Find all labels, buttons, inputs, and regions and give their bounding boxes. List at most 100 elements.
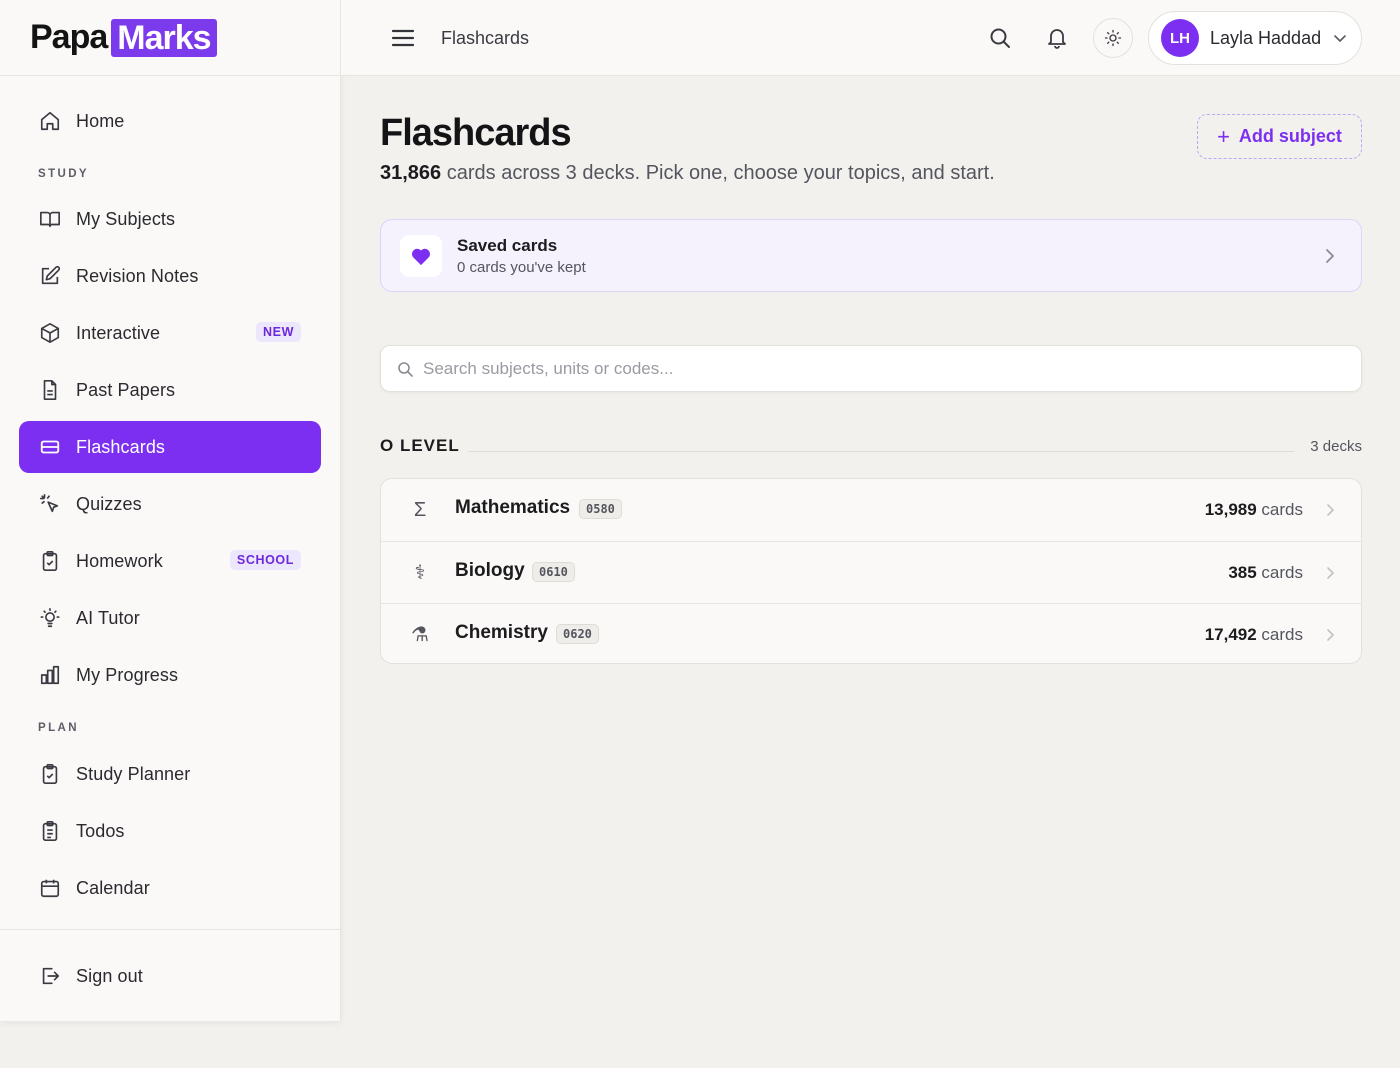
sidebar-item-label: Home	[76, 110, 125, 131]
sidebar-item-label: Study Planner	[76, 763, 191, 784]
search-icon	[398, 362, 413, 377]
sidebar-item-interactive[interactable]: Interactive NEW	[19, 307, 321, 359]
clipboard-list-icon	[42, 821, 58, 841]
sign-out-label: Sign out	[76, 965, 143, 986]
deck-card-number: 385	[1228, 563, 1257, 582]
dna-icon: ⚕	[414, 562, 426, 584]
deck-card-number: 13,989	[1204, 500, 1257, 519]
sidebar-item-label: Todos	[76, 820, 125, 841]
plus-icon: +	[1217, 123, 1230, 149]
sidebar-item-label: My Progress	[76, 664, 179, 685]
clipboard-check-icon	[42, 764, 58, 784]
document-icon	[43, 380, 57, 400]
deck-name: Biology	[455, 560, 525, 581]
brand-logo[interactable]: Papa Marks	[30, 18, 217, 57]
sun-icon	[1104, 29, 1122, 47]
theme-toggle-button[interactable]	[1093, 18, 1133, 58]
brand-logo-part1: Papa	[30, 18, 108, 56]
deck-row-mathematics[interactable]: Σ Mathematics 0580 13,989 cards	[381, 479, 1361, 541]
sidebar-item-homework[interactable]: Homework SCHOOL	[19, 535, 321, 587]
deck-card-unit: cards	[1256, 563, 1303, 582]
sidebar-item-flashcards[interactable]: Flashcards	[19, 421, 321, 473]
deck-card-unit: cards	[1256, 500, 1303, 519]
heart-icon	[411, 248, 431, 266]
sidebar-item-todos[interactable]: Todos	[19, 805, 321, 857]
sidebar: Papa Marks Home STUDY My Subjects Revisi…	[0, 0, 341, 1021]
sidebar-item-ai-tutor[interactable]: AI Tutor	[19, 592, 321, 644]
sidebar-item-home[interactable]: Home	[19, 95, 321, 147]
book-open-icon	[40, 211, 60, 228]
deck-card-count: 17,492 cards	[1205, 625, 1303, 645]
page-subtitle: 31,866 cards across 3 decks. Pick one, c…	[380, 162, 995, 185]
deck-name: Chemistry	[455, 622, 548, 643]
deck-row-chemistry[interactable]: ⚗ Chemistry 0620 17,492 cards	[381, 603, 1361, 663]
deck-list: Σ Mathematics 0580 13,989 cards ⚕ Biolog…	[380, 478, 1362, 664]
search-box	[380, 345, 1362, 392]
deck-code: 0580	[579, 499, 622, 519]
search-icon[interactable]	[988, 26, 1012, 50]
flask-icon: ⚗	[411, 624, 429, 646]
sidebar-item-label: Quizzes	[76, 493, 142, 514]
sidebar-item-label: Past Papers	[76, 379, 176, 400]
sidebar-item-label: My Subjects	[76, 208, 176, 229]
chevron-right-icon	[1327, 567, 1334, 579]
edit-icon	[41, 265, 61, 285]
heart-icon-box	[400, 235, 442, 277]
sidebar-item-label: Revision Notes	[76, 265, 199, 286]
sign-out-button[interactable]: Sign out	[19, 950, 321, 1002]
cards-icon	[40, 440, 60, 454]
search-input[interactable]	[423, 346, 1343, 391]
cursor-click-icon	[40, 494, 59, 513]
sigma-icon: Σ	[413, 499, 427, 521]
saved-cards-title: Saved cards	[457, 236, 558, 255]
deck-card-unit: cards	[1256, 625, 1303, 644]
sidebar-item-my-progress[interactable]: My Progress	[19, 649, 321, 701]
sidebar-item-study-planner[interactable]: Study Planner	[19, 748, 321, 800]
total-card-count: 31,866	[380, 162, 442, 184]
subtitle-text: cards across 3 decks. Pick one, choose y…	[441, 162, 995, 184]
school-badge: SCHOOL	[229, 550, 301, 570]
chevron-right-icon	[1327, 504, 1334, 516]
sign-out-icon	[42, 967, 60, 985]
calendar-icon	[40, 879, 60, 898]
user-menu[interactable]: LH Layla Haddad	[1148, 11, 1362, 65]
deck-name: Mathematics	[455, 497, 571, 518]
deck-row-biology[interactable]: ⚕ Biology 0610 385 cards	[381, 541, 1361, 603]
sidebar-item-label: Calendar	[76, 877, 150, 898]
sidebar-item-past-papers[interactable]: Past Papers	[19, 364, 321, 416]
bar-chart-icon	[40, 665, 60, 685]
bell-icon[interactable]	[1045, 26, 1069, 50]
clipboard-check-icon	[42, 551, 58, 571]
deck-code: 0620	[556, 624, 599, 644]
saved-cards-link[interactable]: Saved cards 0 cards you've kept	[380, 219, 1362, 292]
chevron-right-icon	[1326, 249, 1334, 263]
add-subject-label: Add subject	[1238, 126, 1342, 146]
deck-card-count: 13,989 cards	[1205, 500, 1303, 520]
bulb-icon	[40, 608, 60, 628]
avatar: LH	[1161, 19, 1199, 57]
section-label-study: STUDY	[38, 168, 89, 180]
new-badge: NEW	[256, 322, 301, 342]
deck-card-number: 17,492	[1204, 625, 1257, 644]
sidebar-item-label: AI Tutor	[76, 607, 140, 628]
sidebar-item-label: Homework	[76, 550, 163, 571]
chevron-down-icon	[1334, 35, 1346, 42]
sidebar-item-revision-notes[interactable]: Revision Notes	[19, 250, 321, 302]
level-heading: O LEVEL	[380, 436, 460, 455]
sidebar-footer: Sign out	[0, 929, 340, 1021]
home-icon	[40, 111, 60, 131]
add-subject-button[interactable]: + Add subject	[1197, 114, 1362, 159]
divider	[468, 451, 1294, 452]
topbar: Flashcards LH Layla Haddad	[341, 0, 1400, 76]
sidebar-item-my-subjects[interactable]: My Subjects	[19, 193, 321, 245]
chevron-right-icon	[1327, 629, 1334, 641]
deck-card-count: 385 cards	[1228, 563, 1303, 583]
sidebar-item-calendar[interactable]: Calendar	[19, 862, 321, 914]
user-name: Layla Haddad	[1210, 27, 1322, 48]
page-title: Flashcards	[380, 112, 572, 154]
section-label-plan: PLAN	[38, 722, 79, 734]
menu-icon[interactable]	[391, 27, 415, 49]
deck-code: 0610	[532, 562, 575, 582]
deck-count: 3 decks	[1310, 438, 1362, 455]
sidebar-item-quizzes[interactable]: Quizzes	[19, 478, 321, 530]
